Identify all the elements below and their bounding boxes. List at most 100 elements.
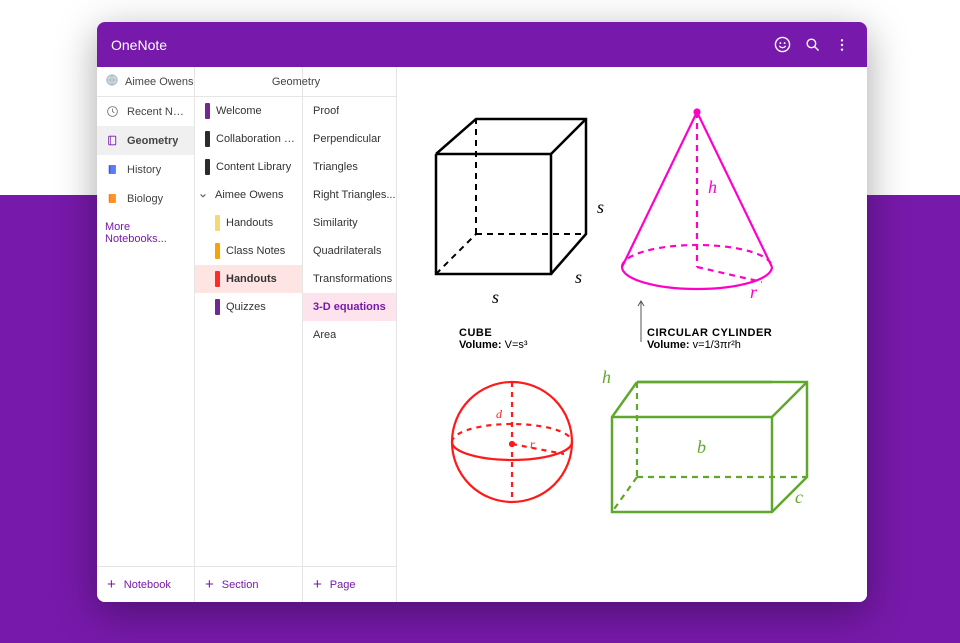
app-window: OneNote Aimee Owens <box>97 22 867 602</box>
cube-formula: V=s³ <box>505 339 528 351</box>
pg-label: Quadrilaterals <box>313 245 381 257</box>
pages-list: Proof Perpendicular Triangles Right Tria… <box>303 97 396 566</box>
sec-label: Content Library <box>216 161 291 173</box>
pg-right-triangles[interactable]: Right Triangles... <box>303 181 396 209</box>
cube-title: CUBE <box>459 327 528 339</box>
body: Aimee Owens Recent Notes Geometry <box>97 67 867 602</box>
sections-list: Welcome Collaboration Sp... Content Libr… <box>195 97 302 566</box>
cone-r: r <box>750 282 757 303</box>
add-section[interactable]: + Section <box>195 566 302 602</box>
plus-icon: + <box>313 577 322 592</box>
book-purple-icon <box>105 134 119 148</box>
pg-label: Triangles <box>313 161 358 173</box>
cone-formula-label: Volume: <box>647 339 690 351</box>
cube-caption: CUBE Volume: V=s³ <box>459 327 528 351</box>
more-notebooks[interactable]: More Notebooks... <box>97 213 194 253</box>
search-icon[interactable] <box>801 34 823 56</box>
sections-header-label: Geometry <box>272 76 320 88</box>
pg-quadrilaterals[interactable]: Quadrilaterals <box>303 237 396 265</box>
sec-collab[interactable]: Collaboration Sp... <box>195 125 302 153</box>
settings-icon[interactable] <box>831 34 853 56</box>
smile-icon[interactable] <box>771 34 793 56</box>
sec-label: Welcome <box>216 105 262 117</box>
titlebar: OneNote <box>97 22 867 67</box>
clock-icon <box>105 105 119 119</box>
plus-icon: + <box>205 577 214 592</box>
swatch-icon <box>215 243 220 259</box>
cone-h: h <box>708 177 717 198</box>
notebooks-column: Aimee Owens Recent Notes Geometry <box>97 67 195 602</box>
notebooks-list: Recent Notes Geometry History <box>97 97 194 566</box>
swatch-icon <box>215 271 220 287</box>
prism-c: c <box>795 487 803 508</box>
sec-aimee-owens[interactable]: Aimee Owens <box>195 181 302 209</box>
cone-formula: v=1/3πr²h <box>693 339 741 351</box>
pg-label: Perpendicular <box>313 133 381 145</box>
pg-proof[interactable]: Proof <box>303 97 396 125</box>
arrow-icon <box>636 297 646 342</box>
sec-welcome[interactable]: Welcome <box>195 97 302 125</box>
pg-triangles[interactable]: Triangles <box>303 153 396 181</box>
sec-label: Aimee Owens <box>215 189 283 201</box>
cone-caption: CIRCULAR CYLINDER Volume: v=1/3πr²h <box>647 327 772 351</box>
sphere-d: d <box>496 407 502 422</box>
cube-s-bottomr: s <box>575 267 582 288</box>
nb-recent-notes[interactable]: Recent Notes <box>97 97 194 126</box>
pg-area[interactable]: Area <box>303 321 396 349</box>
sec-content-library[interactable]: Content Library <box>195 153 302 181</box>
prism-h: h <box>602 367 611 388</box>
add-notebook[interactable]: + Notebook <box>97 566 194 602</box>
add-page[interactable]: + Page <box>303 566 396 602</box>
globe-icon <box>105 73 119 90</box>
pg-label: Area <box>313 329 336 341</box>
nb-history[interactable]: History <box>97 155 194 184</box>
notebooks-header-label: Aimee Owens <box>125 76 193 88</box>
canvas-column: s s s CUBE Volume: V=s³ <box>397 67 867 602</box>
note-canvas[interactable]: s s s CUBE Volume: V=s³ <box>397 67 867 602</box>
book-blue-icon <box>105 163 119 177</box>
pg-3d-equations[interactable]: 3-D equations <box>303 293 396 321</box>
book-orange-icon <box>105 192 119 206</box>
pg-label: 3-D equations <box>313 301 386 313</box>
pg-similarity[interactable]: Similarity <box>303 209 396 237</box>
sec-handouts-1[interactable]: Handouts <box>195 209 302 237</box>
add-section-label: Section <box>222 579 259 591</box>
chevron-down-icon <box>199 191 207 199</box>
sections-header: Geometry <box>195 67 397 97</box>
sec-quizzes[interactable]: Quizzes <box>195 293 302 321</box>
prism-b: b <box>697 437 706 458</box>
swatch-icon <box>205 159 210 175</box>
plus-icon: + <box>107 577 116 592</box>
nb-label: History <box>127 164 161 176</box>
add-page-label: Page <box>330 579 356 591</box>
swatch-icon <box>205 131 210 147</box>
pg-transformations[interactable]: Transformations <box>303 265 396 293</box>
nb-label: Geometry <box>127 135 178 147</box>
app-title: OneNote <box>111 37 167 53</box>
cube-s-bottom: s <box>492 287 499 308</box>
sec-class-notes[interactable]: Class Notes <box>195 237 302 265</box>
cube-shape <box>421 109 591 284</box>
swatch-icon <box>205 103 210 119</box>
notebooks-header[interactable]: Aimee Owens <box>97 67 194 97</box>
nb-label: Biology <box>127 193 163 205</box>
more-notebooks-label: More Notebooks... <box>105 221 167 245</box>
pg-perpendicular[interactable]: Perpendicular <box>303 125 396 153</box>
sphere-shape <box>442 372 582 512</box>
sec-handouts-2[interactable]: Handouts <box>195 265 302 293</box>
cube-formula-label: Volume: <box>459 339 502 351</box>
add-notebook-label: Notebook <box>124 579 171 591</box>
sec-label: Collaboration Sp... <box>216 133 302 145</box>
pages-column: Proof Perpendicular Triangles Right Tria… <box>303 67 397 602</box>
nb-geometry[interactable]: Geometry <box>97 126 194 155</box>
swatch-icon <box>215 215 220 231</box>
sec-label: Handouts <box>226 273 277 285</box>
sec-label: Quizzes <box>226 301 266 313</box>
prism-shape <box>602 367 822 527</box>
cone-title: CIRCULAR CYLINDER <box>647 327 772 339</box>
pg-label: Right Triangles... <box>313 189 396 201</box>
sec-label: Class Notes <box>226 245 285 257</box>
pg-label: Proof <box>313 105 339 117</box>
pg-label: Transformations <box>313 273 392 285</box>
nb-biology[interactable]: Biology <box>97 184 194 213</box>
